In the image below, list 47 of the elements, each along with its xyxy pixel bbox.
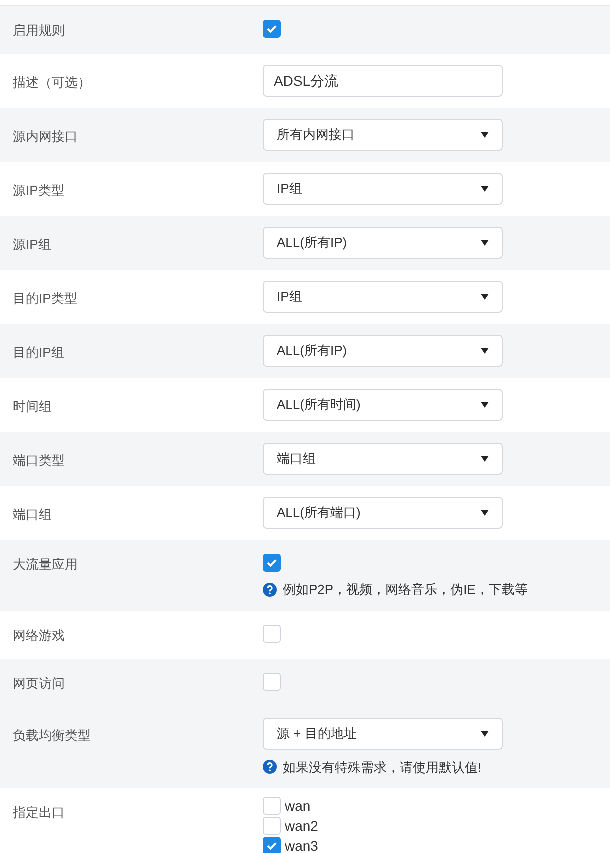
hint-text: 如果没有特殊需求，请使用默认值! <box>283 758 482 776</box>
check-icon <box>266 840 278 852</box>
caret-icon <box>481 510 489 516</box>
dropdown[interactable]: ALL(所有IP) <box>263 227 503 259</box>
checkbox[interactable] <box>263 20 281 38</box>
caret-icon <box>481 294 489 300</box>
checkbox[interactable] <box>263 837 281 853</box>
dropdown[interactable]: ALL(所有IP) <box>263 335 503 367</box>
text-field[interactable]: ADSL分流 <box>263 65 503 97</box>
dropdown[interactable]: ALL(所有时间) <box>263 389 503 421</box>
check-icon <box>266 23 278 35</box>
caret-icon <box>481 456 489 462</box>
caret-icon <box>481 348 489 354</box>
hint-text: 例如P2P，视频，网络音乐，伪IE，下载等 <box>283 581 528 599</box>
field-label: 描述（可选） <box>13 75 91 90</box>
caret-icon <box>481 132 489 138</box>
field-label: 指定出口 <box>13 805 65 820</box>
dropdown[interactable]: ALL(所有端口) <box>263 497 503 529</box>
dropdown[interactable]: IP组 <box>263 173 503 205</box>
field-label: 源IP类型 <box>13 183 64 198</box>
option-label: wan <box>285 797 311 815</box>
option-label: wan3 <box>285 837 318 853</box>
field-label: 网页访问 <box>13 676 65 690</box>
field-label: 启用规则 <box>13 23 65 38</box>
option-label: wan2 <box>285 817 318 835</box>
caret-icon <box>481 402 489 408</box>
check-icon <box>266 557 278 569</box>
caret-icon <box>481 240 489 246</box>
dropdown[interactable]: 源 + 目的地址 <box>263 718 503 750</box>
help-icon <box>263 760 277 774</box>
field-label: 源内网接口 <box>13 129 78 144</box>
checkbox[interactable] <box>263 554 281 572</box>
caret-icon <box>481 730 489 736</box>
field-label: 网络游戏 <box>13 628 65 642</box>
dropdown[interactable]: 所有内网接口 <box>263 119 503 151</box>
field-label: 目的IP类型 <box>13 291 78 306</box>
help-icon <box>263 582 277 597</box>
dropdown[interactable]: IP组 <box>263 281 503 313</box>
field-label: 负载均衡类型 <box>13 728 91 742</box>
field-label: 目的IP组 <box>13 345 64 360</box>
caret-icon <box>481 186 489 192</box>
field-label: 端口类型 <box>13 453 65 468</box>
field-label: 大流量应用 <box>13 557 78 572</box>
field-label: 时间组 <box>13 399 52 414</box>
dropdown[interactable]: 端口组 <box>263 443 503 475</box>
field-label: 源IP组 <box>13 237 52 252</box>
field-label: 端口组 <box>13 507 52 522</box>
